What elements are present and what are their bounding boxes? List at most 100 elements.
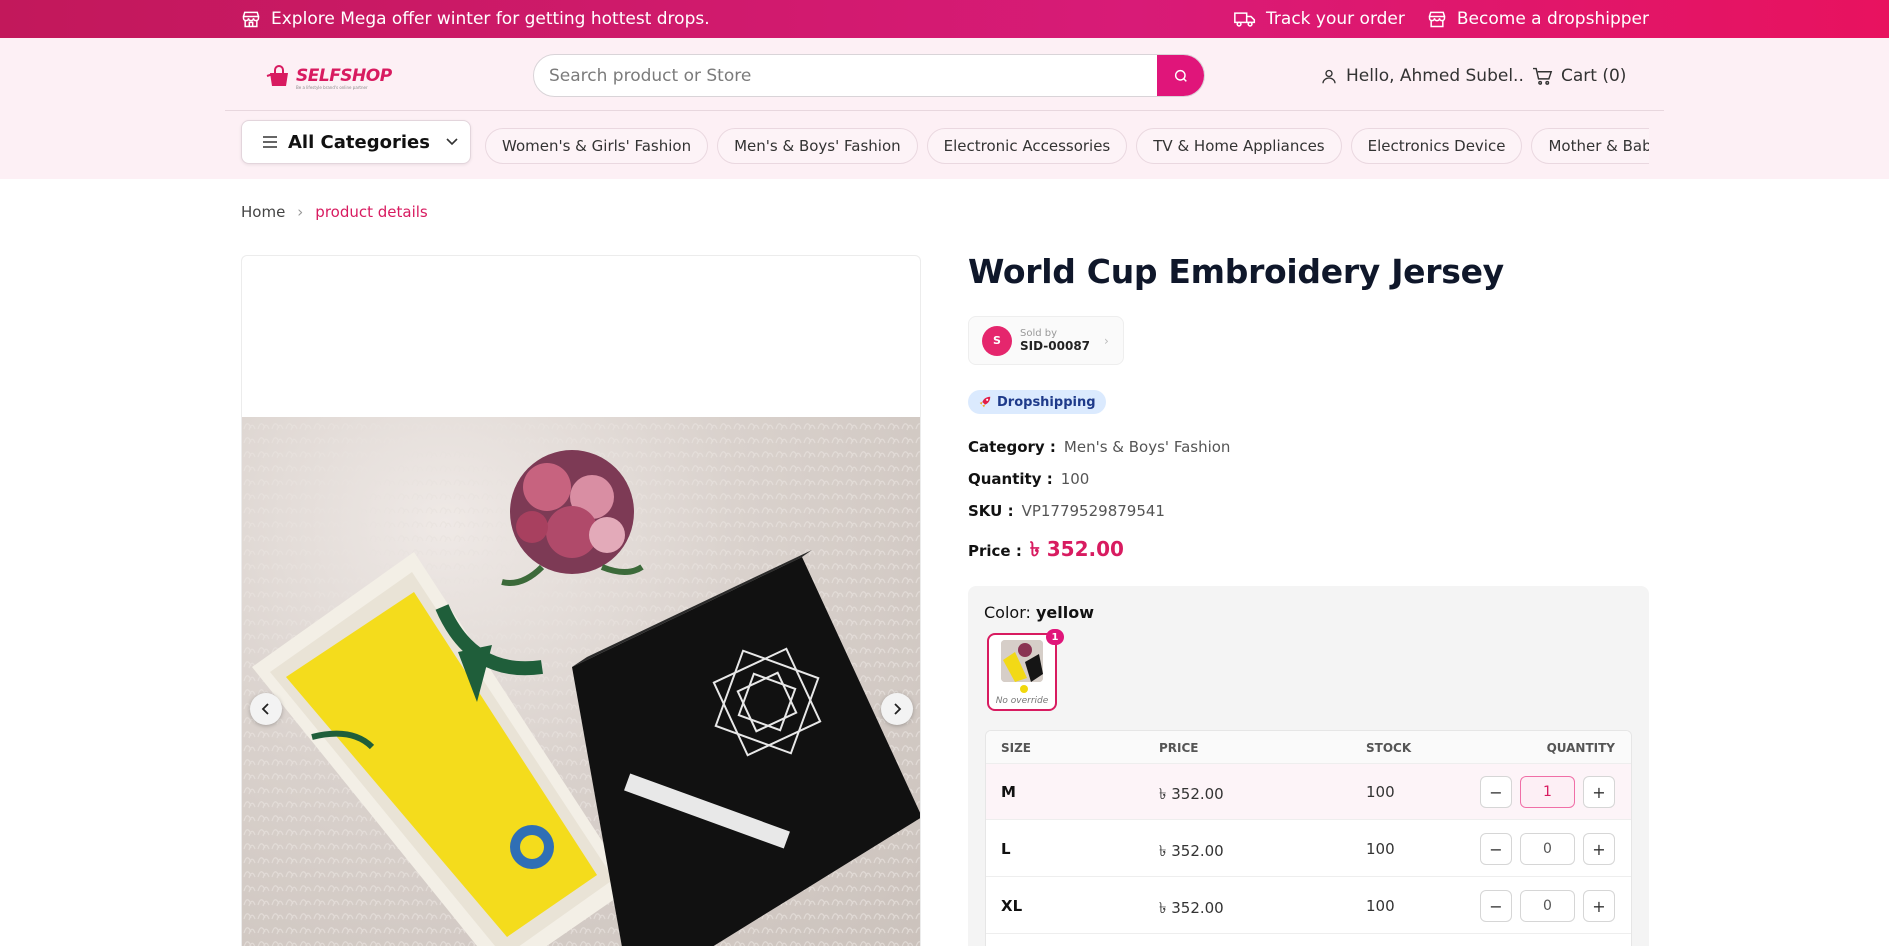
chevron-right-icon <box>892 703 902 715</box>
chevron-down-icon <box>446 138 458 146</box>
header-divider <box>225 110 1664 111</box>
account-menu[interactable]: Hello, Ahmed Subel.. <box>1320 62 1524 90</box>
color-dot <box>1020 685 1028 693</box>
all-categories-label[interactable]: All Categories <box>288 132 436 153</box>
track-order-link[interactable]: Track your order <box>1234 9 1405 29</box>
quantity-stepper: − + <box>1480 833 1615 865</box>
quantity-header: QUANTITY <box>1546 741 1615 755</box>
product-gallery <box>241 255 921 946</box>
category-chip[interactable]: Women's & Girls' Fashion <box>485 128 709 164</box>
cart-button[interactable]: Cart (0) <box>1532 62 1626 90</box>
variant-row: XL ৳ 352.00 100 − + <box>986 878 1631 934</box>
become-dropshipper-label[interactable]: Become a dropshipper <box>1457 9 1649 29</box>
decrease-quantity-button[interactable]: − <box>1480 890 1512 922</box>
product-title: World Cup Embroidery Jersey <box>968 252 1504 291</box>
swatch-thumbnail <box>1001 640 1043 682</box>
price-header: PRICE <box>1159 741 1199 755</box>
category-row: Category : Men's & Boys' Fashion <box>968 438 1230 456</box>
variant-size: L <box>1001 840 1011 858</box>
category-chip[interactable]: Men's & Boys' Fashion <box>717 128 918 164</box>
swatch-count-badge: 1 <box>1046 629 1064 645</box>
logo-tagline: Be a lifestyle brand's online partner <box>296 85 368 90</box>
site-logo[interactable]: SELFSHOP Be a lifestyle brand's online p… <box>266 62 392 90</box>
quantity-stepper: − + <box>1480 776 1615 808</box>
quantity-value: 100 <box>1060 470 1090 488</box>
variant-stock: 100 <box>1366 783 1395 801</box>
size-header: SIZE <box>1001 741 1032 755</box>
chevron-right-icon: › <box>1104 333 1109 348</box>
category-chip[interactable]: Electronic Accessories <box>926 128 1128 164</box>
increase-quantity-button[interactable]: + <box>1583 833 1615 865</box>
search-button[interactable] <box>1157 55 1204 96</box>
track-order-label[interactable]: Track your order <box>1266 9 1405 29</box>
chevron-right-icon: › <box>297 203 304 221</box>
all-categories-dropdown[interactable]: All Categories <box>241 120 471 164</box>
category-chip[interactable]: TV & Home Appliances <box>1136 128 1342 164</box>
quantity-label: Quantity : <box>968 470 1053 488</box>
breadcrumb-home[interactable]: Home <box>241 203 285 221</box>
quantity-stepper: − + <box>1480 890 1615 922</box>
variant-row: L ৳ 352.00 100 − + <box>986 821 1631 877</box>
category-nav: Women's & Girls' Fashion Men's & Boys' F… <box>485 128 1649 164</box>
cart-label[interactable]: Cart (0) <box>1561 66 1626 86</box>
shop-icon <box>1427 9 1447 29</box>
price-value: ৳ 352.00 <box>1029 537 1124 561</box>
truck-icon <box>1234 9 1256 29</box>
store-icon <box>241 9 261 29</box>
seller-card[interactable]: S Sold by SID-00087 › <box>968 316 1124 365</box>
top-banner: Explore Mega offer winter for getting ho… <box>0 0 1889 38</box>
site-header: SELFSHOP Be a lifestyle brand's online p… <box>0 38 1889 179</box>
quantity-input[interactable] <box>1520 833 1575 865</box>
seller-avatar: S <box>982 325 1012 356</box>
account-greeting[interactable]: Hello, Ahmed Subel.. <box>1346 66 1524 86</box>
increase-quantity-button[interactable]: + <box>1583 776 1615 808</box>
quantity-input[interactable] <box>1520 776 1575 808</box>
price-row: Price : ৳ 352.00 <box>968 535 1124 568</box>
category-chip[interactable]: Mother & Baby <box>1531 128 1649 164</box>
variant-stock: 100 <box>1366 897 1395 915</box>
variant-table: SIZE PRICE STOCK QUANTITY M ৳ 352.00 100… <box>985 730 1632 946</box>
decrease-quantity-button[interactable]: − <box>1480 833 1512 865</box>
dropshipping-badge: Dropshipping <box>968 390 1106 414</box>
logo-text: SELFSHOP <box>296 66 392 86</box>
category-chip[interactable]: Electronics Device <box>1350 128 1523 164</box>
seller-id: SID-00087 <box>1020 339 1091 353</box>
quantity-row: Quantity : 100 <box>968 470 1089 488</box>
badge-label: Dropshipping <box>997 394 1096 410</box>
quantity-input[interactable] <box>1520 890 1575 922</box>
breadcrumb: Home › product details <box>241 203 428 221</box>
sku-row: SKU : VP1779529879541 <box>968 502 1165 520</box>
variant-row: M ৳ 352.00 100 − + <box>986 764 1631 820</box>
gallery-next-button[interactable] <box>881 693 913 725</box>
breadcrumb-current: product details <box>315 203 428 221</box>
gallery-prev-button[interactable] <box>250 693 282 725</box>
color-swatch-yellow[interactable]: No override 1 <box>987 629 1064 711</box>
variant-price: ৳ 352.00 <box>1159 899 1224 917</box>
chevron-left-icon <box>261 703 271 715</box>
cart-icon <box>1532 67 1553 86</box>
category-label: Category : <box>968 438 1056 456</box>
shopping-bag-icon <box>266 64 292 88</box>
color-selector-label: Color: yellow <box>984 603 1094 622</box>
price-label: Price : <box>968 542 1022 560</box>
decrease-quantity-button[interactable]: − <box>1480 776 1512 808</box>
stock-header: STOCK <box>1366 741 1412 755</box>
increase-quantity-button[interactable]: + <box>1583 890 1615 922</box>
sku-value: VP1779529879541 <box>1021 502 1165 520</box>
color-value: yellow <box>1035 603 1095 622</box>
variant-table-header: SIZE PRICE STOCK QUANTITY <box>986 731 1631 764</box>
become-dropshipper-link[interactable]: Become a dropshipper <box>1427 9 1649 29</box>
seller-caption: Sold by <box>1020 328 1058 339</box>
search-input[interactable] <box>534 55 1158 96</box>
product-image <box>242 417 920 946</box>
menu-icon <box>262 135 278 149</box>
swatch-note: No override <box>995 696 1049 706</box>
search-bar <box>533 54 1205 97</box>
variant-size: XL <box>1001 897 1023 915</box>
category-value: Men's & Boys' Fashion <box>1063 438 1231 456</box>
variant-panel: Color: yellow No override 1 SIZE PRICE S… <box>968 586 1649 946</box>
color-label: Color: <box>984 603 1031 622</box>
variant-price: ৳ 352.00 <box>1159 842 1224 860</box>
rocket-icon <box>978 395 992 409</box>
variant-stock: 100 <box>1366 840 1395 858</box>
